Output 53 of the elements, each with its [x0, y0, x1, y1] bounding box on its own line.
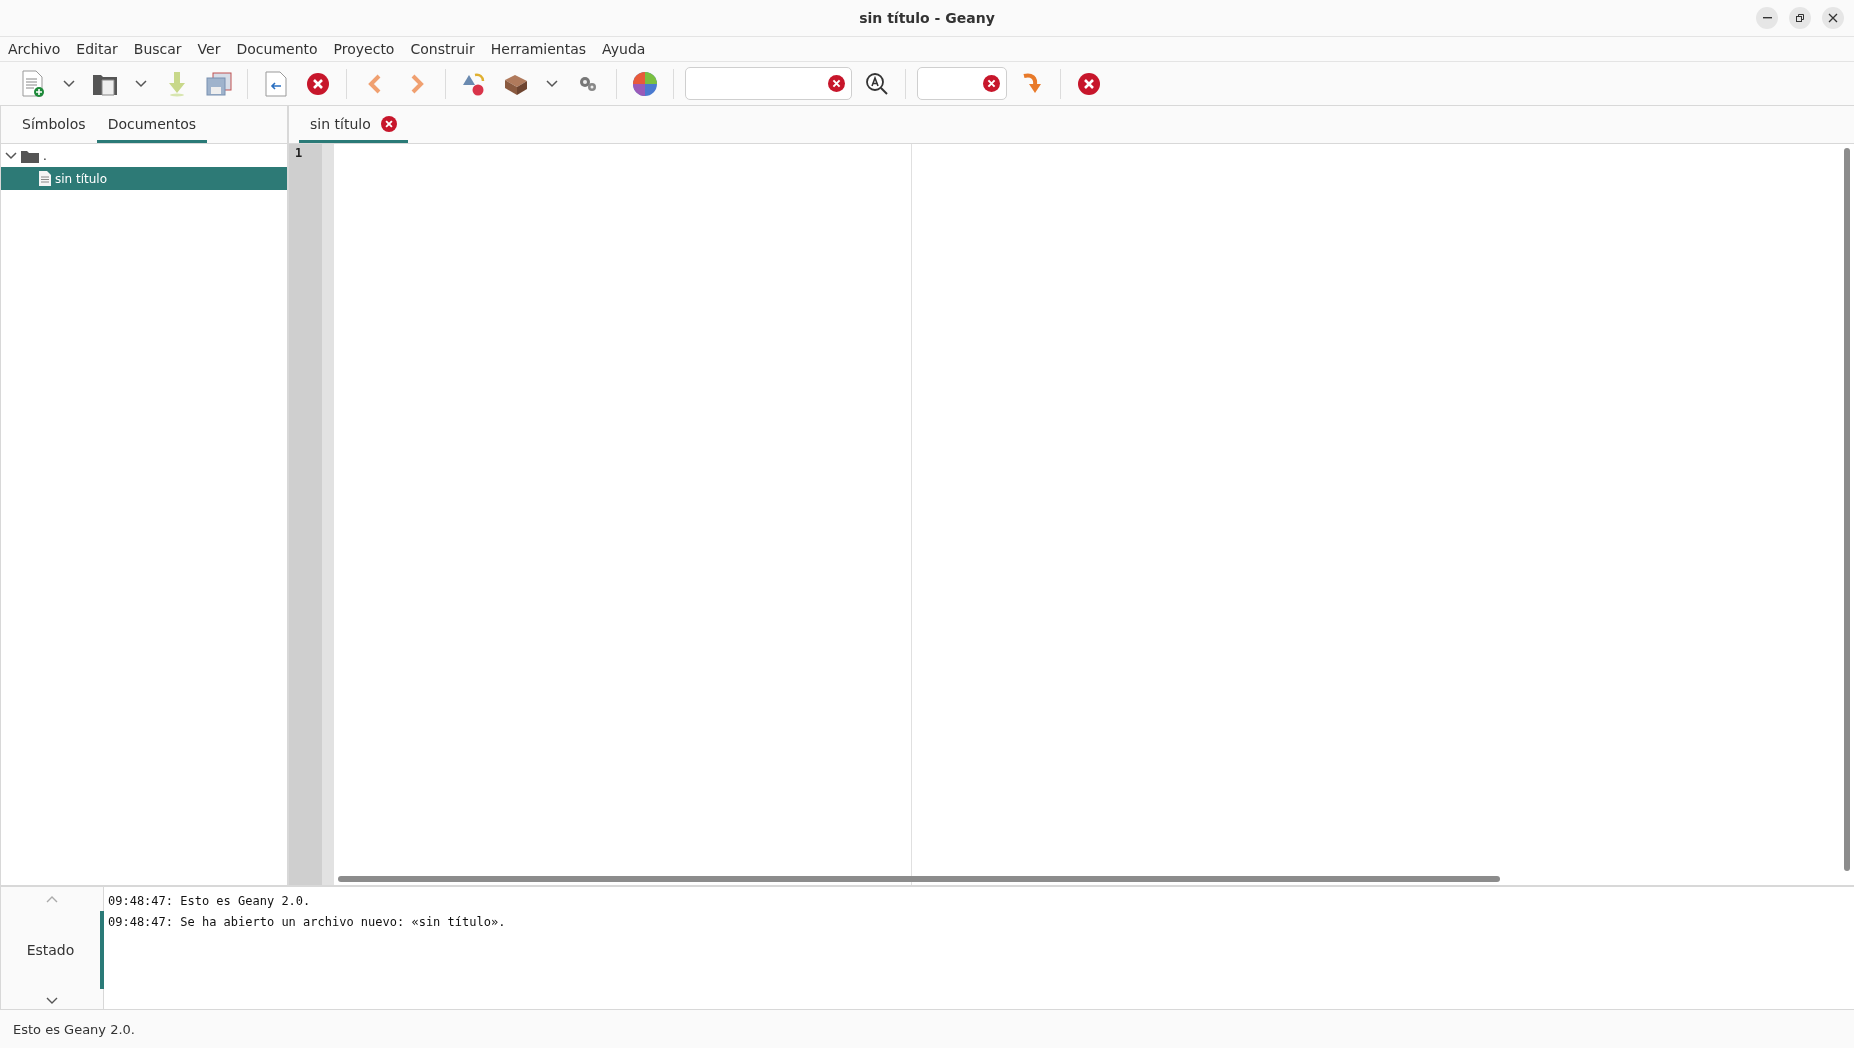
expander-icon[interactable]: [5, 151, 17, 160]
file-icon: [39, 171, 51, 186]
caret-icon: [135, 79, 147, 88]
color-wheel-icon: [632, 70, 658, 97]
caret-icon: [546, 79, 558, 88]
close-icon: [1828, 13, 1838, 23]
minimize-icon: [1762, 17, 1772, 19]
close-tab-icon: [380, 115, 397, 132]
left-chevron-icon: [368, 73, 382, 94]
status-text: Esto es Geany 2.0.: [13, 1021, 135, 1037]
clear-icon: [983, 75, 1000, 92]
menu-item[interactable]: Ver: [191, 41, 228, 57]
gears-icon: [578, 74, 598, 93]
floppy-disks-icon: [206, 71, 232, 96]
tree-item[interactable]: sin título: [1, 167, 287, 190]
line-number: 1: [295, 146, 304, 160]
tree-item[interactable]: .: [1, 144, 287, 167]
menu-item[interactable]: Herramientas: [484, 41, 594, 57]
right-chevron-icon: [410, 73, 424, 94]
horizontal-scrollbar[interactable]: [338, 876, 1500, 882]
menu-item[interactable]: Documento: [230, 41, 325, 57]
menu-item[interactable]: Editar: [70, 41, 125, 57]
menu-item[interactable]: Ayuda: [596, 41, 653, 57]
close-button[interactable]: [1822, 7, 1844, 29]
close-icon: [307, 72, 329, 95]
minimize-button[interactable]: [1756, 7, 1778, 29]
down-arrow-icon: [168, 70, 186, 97]
menu-item[interactable]: Proyecto: [327, 41, 402, 57]
search-field[interactable]: [685, 67, 852, 100]
line-number-field[interactable]: [917, 67, 1007, 100]
sidebar-tab[interactable]: Símbolos: [11, 107, 97, 143]
new-file-icon: [21, 69, 45, 98]
close-icon: [1078, 72, 1100, 95]
menu-item[interactable]: Archivo: [2, 41, 68, 57]
vertical-scrollbar[interactable]: [1844, 148, 1850, 871]
clear-icon: [828, 75, 845, 92]
log-line: 09:48:47: Esto es Geany 2.0.: [108, 893, 312, 910]
search-icon: [865, 71, 889, 96]
log-line: 09:48:47: Se ha abierto un archivo nuevo: «sin título».: [108, 914, 507, 931]
tree-item-label: sin título: [55, 171, 108, 186]
revert-file-icon: [265, 70, 287, 97]
sidebar-tab[interactable]: Documentos: [96, 107, 207, 143]
menu-item[interactable]: Construir: [404, 41, 482, 57]
restore-icon: [1795, 13, 1805, 23]
menu-item[interactable]: Buscar: [127, 41, 189, 57]
window-title: sin título - Geany: [859, 10, 995, 26]
caret-icon: [63, 79, 75, 88]
restore-button[interactable]: [1789, 7, 1811, 29]
tree-item-label: .: [43, 148, 47, 163]
folder-icon: [21, 148, 39, 163]
down-chevron-icon[interactable]: [46, 997, 58, 1005]
editor-area[interactable]: 1: [289, 144, 1854, 885]
up-chevron-icon[interactable]: [46, 895, 58, 903]
